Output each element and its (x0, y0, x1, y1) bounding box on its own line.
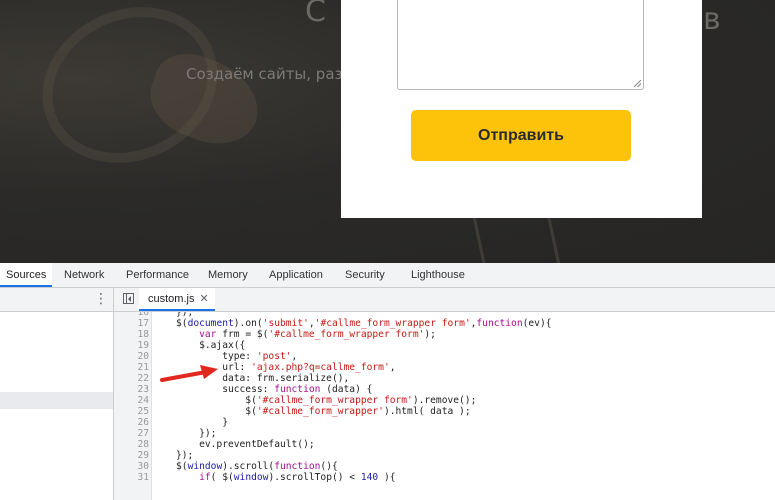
file-tab-custom-js[interactable]: custom.js ✕ (139, 288, 215, 311)
code-line: 27 }); (137, 428, 217, 439)
code-text: }); (176, 428, 217, 439)
tab-application[interactable]: Application (269, 263, 323, 287)
resize-grip-icon[interactable] (634, 80, 641, 87)
code-text: $.ajax({ (176, 340, 246, 351)
code-text: success: function (data) { (176, 384, 373, 395)
tab-performance[interactable]: Performance (126, 263, 189, 287)
code-text: $('#callme_form_wrapper form').remove(); (176, 395, 477, 406)
code-text: ev.preventDefault(); (176, 439, 315, 450)
message-textarea[interactable] (397, 0, 644, 90)
code-line: 28 ev.preventDefault(); (137, 439, 315, 450)
code-line: 31 if( $(window).scrollTop() < 140 ){ (137, 472, 396, 483)
submit-button[interactable]: Отправить (411, 110, 631, 161)
code-line: 29}); (137, 450, 194, 461)
website-viewport: С в Создаём сайты, раз новляем и Отправи… (0, 0, 775, 263)
hero-title-right: в (703, 2, 722, 37)
sidebar-toggle-icon[interactable] (123, 293, 134, 304)
tab-lighthouse[interactable]: Lighthouse (411, 263, 465, 287)
code-line: 18 var frm = $('#callme_form_wrapper for… (137, 329, 436, 340)
editor-tabbar: custom.js ✕ (114, 288, 775, 312)
code-line: 17 $(document).on('submit','#callme_form_… (137, 318, 552, 329)
navigator-selected-item[interactable] (0, 392, 113, 409)
callme-form-modal: Отправить (341, 0, 702, 218)
devtools-tabbar: Sources Network Performance Memory Appli… (0, 263, 775, 288)
code-line: 30 $(window).scroll(function(){ (137, 461, 338, 472)
file-tab-label: custom.js (148, 293, 195, 305)
code-text: var frm = $('#callme_form_wrapper form')… (199, 329, 436, 340)
code-text: if( $(window).scrollTop() < 140 ){ (199, 472, 396, 483)
code-text: $(document).on('submit','#callme_form_wr… (176, 318, 552, 329)
code-text: }); (176, 450, 194, 461)
code-line: 20 type: 'post', (137, 351, 298, 362)
hero-title-left: С (305, 0, 326, 29)
code-line: 19 $.ajax({ (137, 340, 246, 351)
tab-network[interactable]: Network (64, 263, 104, 287)
more-vertical-icon[interactable]: ⋮ (94, 292, 108, 308)
code-text: } (176, 417, 228, 428)
devtools-panel: Sources Network Performance Memory Appli… (0, 263, 775, 500)
code-area[interactable]: 16}); 17 $(document).on('submit','#callme… (114, 312, 775, 500)
red-arrow-annotation (160, 365, 218, 382)
code-editor: custom.js ✕ 16}); 17 $(document).on('submi… (114, 288, 775, 500)
code-text: $('#callme_form_wrapper').html( data ); (176, 406, 471, 417)
tab-security[interactable]: Security (345, 263, 385, 287)
navigator-toolbar: ⋮ (0, 288, 113, 312)
code-line: 25 $('#callme_form_wrapper').html( data … (137, 406, 471, 417)
tab-memory[interactable]: Memory (208, 263, 248, 287)
code-text: type: 'post', (176, 351, 298, 362)
code-line: 24 $('#callme_form_wrapper form').remove… (137, 395, 477, 406)
code-line: 23 success: function (data) { (137, 384, 373, 395)
tab-sources[interactable]: Sources (0, 263, 53, 287)
code-text: $(window).scroll(function(){ (176, 461, 338, 472)
sources-navigator: ⋮ (0, 288, 114, 500)
code-line: 26 } (137, 417, 228, 428)
close-icon[interactable]: ✕ (199, 293, 208, 305)
